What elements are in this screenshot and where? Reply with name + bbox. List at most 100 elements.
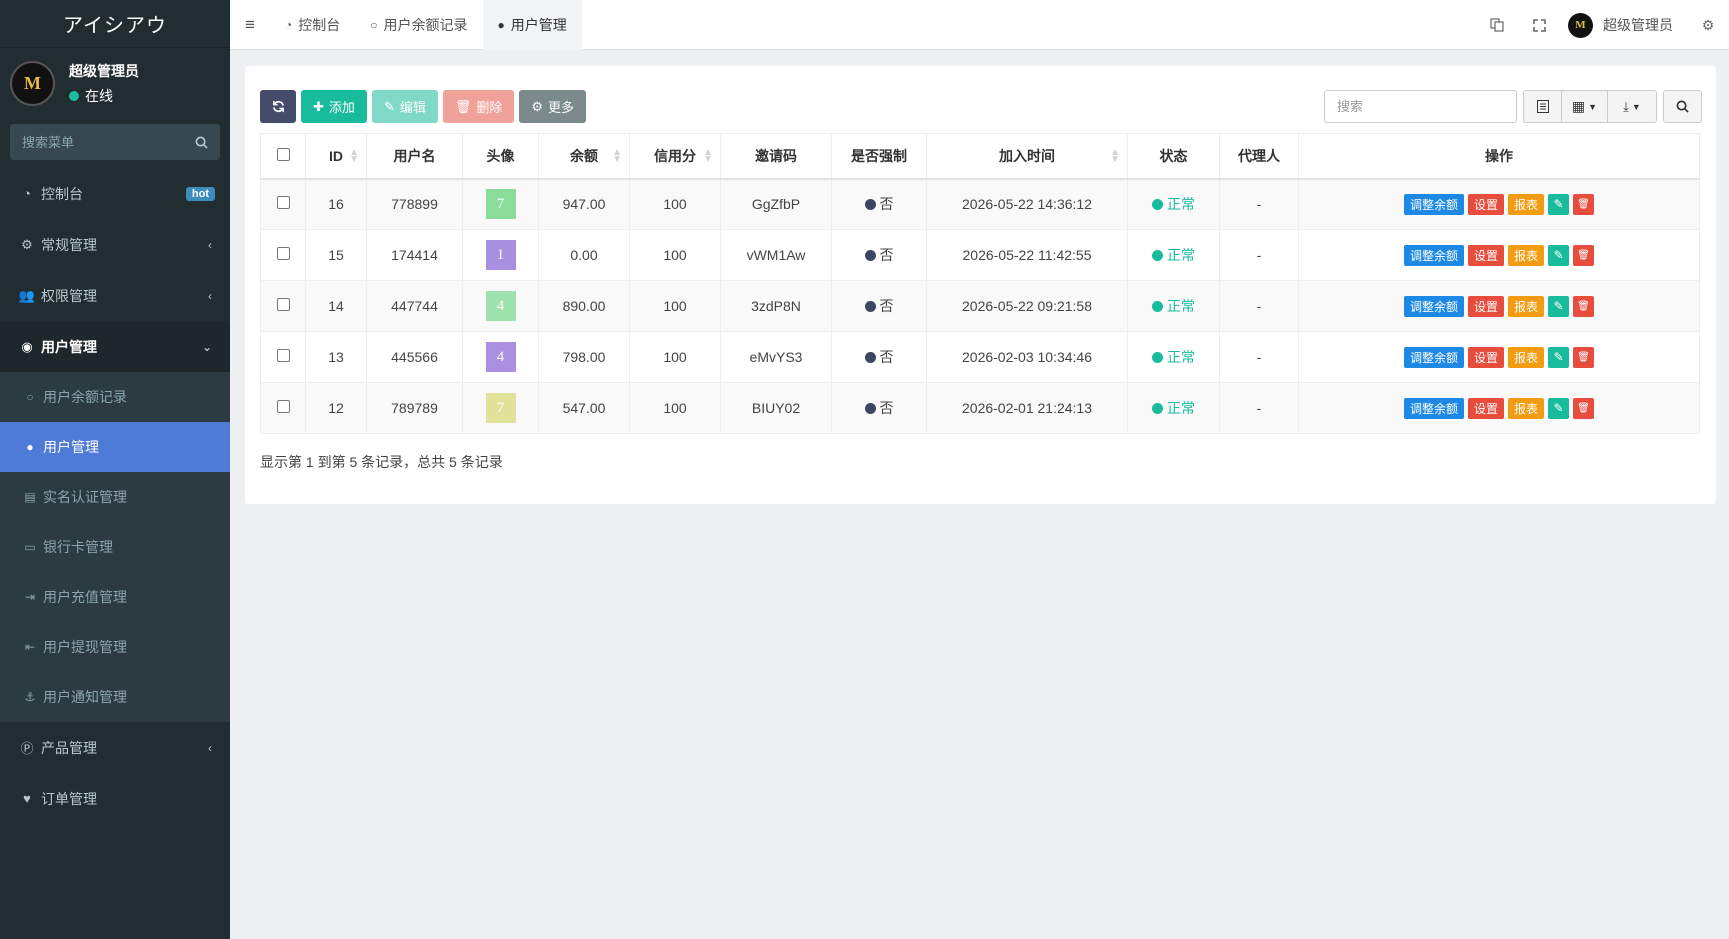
col-label: 加入时间: [999, 147, 1055, 164]
delete-row-button[interactable]: 🗑: [1573, 397, 1595, 419]
tab-dashboard[interactable]: ◔ 控制台: [270, 0, 355, 50]
settings-button[interactable]: 设置: [1467, 193, 1504, 215]
columns-toggle-button[interactable]: ▦ ▼: [1562, 91, 1608, 122]
col-label: 信用分: [654, 147, 696, 164]
sidebar-item-label: 订单管理: [41, 790, 97, 807]
row-select-cell: [260, 178, 306, 230]
cell-agent: -: [1219, 178, 1299, 230]
adjust-balance-button[interactable]: 调整余额: [1403, 193, 1464, 215]
sidebar-item-users[interactable]: ◉ 用户管理 ⌄: [0, 321, 230, 372]
tab-user-management[interactable]: ● 用户管理: [482, 0, 582, 50]
cell-avatar: 4: [462, 331, 539, 383]
col-credit[interactable]: 信用分 ▲ ▼: [629, 133, 721, 180]
table-row[interactable]: 16 778899 7 947.00 100 GgZfbP 否 2026-05-22 14:3…: [260, 178, 1700, 230]
delete-row-button[interactable]: 🗑: [1573, 346, 1595, 368]
row-checkbox[interactable]: [276, 400, 290, 413]
edit-row-button[interactable]: ✎: [1548, 295, 1570, 317]
delete-button[interactable]: 🗑 删除: [442, 90, 515, 123]
col-joined[interactable]: 加入时间 ▲ ▼: [926, 133, 1128, 180]
cell-invite: eMvYS3: [720, 331, 832, 383]
cell-force: 否: [831, 229, 927, 281]
sidebar-item-balance-records[interactable]: ○ 用户余额记录: [0, 372, 230, 422]
avatar[interactable]: 4: [485, 342, 516, 372]
sidebar-item-user-management[interactable]: ● 用户管理: [0, 422, 230, 472]
select-all-checkbox[interactable]: [276, 147, 290, 161]
sidebar-item-general[interactable]: ⚙ 常规管理 ‹: [0, 219, 230, 270]
adjust-balance-button[interactable]: 调整余额: [1403, 244, 1464, 266]
col-balance[interactable]: 余额 ▲ ▼: [538, 133, 630, 180]
sidebar-item-bankcard[interactable]: ▭ 银行卡管理: [0, 522, 230, 572]
cell-username: 789789: [366, 382, 463, 434]
settings-button[interactable]: 设置: [1467, 295, 1504, 317]
settings-button[interactable]: 设置: [1467, 397, 1504, 419]
sidebar-item-dashboard[interactable]: ◔ 控制台 hot: [0, 168, 230, 219]
row-checkbox[interactable]: [276, 247, 290, 260]
cell-invite: BIUY02: [720, 382, 832, 434]
refresh-button[interactable]: [260, 90, 296, 123]
edit-row-button[interactable]: ✎: [1548, 193, 1570, 215]
cell-status: 正常: [1127, 382, 1220, 434]
more-button[interactable]: ⚙ 更多: [519, 90, 587, 123]
top-user-menu[interactable]: M 超级管理员: [1560, 12, 1687, 38]
hot-badge: hot: [185, 186, 215, 201]
fullscreen-icon[interactable]: [1518, 0, 1560, 50]
table-search-input[interactable]: [1324, 90, 1517, 123]
adjust-balance-button[interactable]: 调整余额: [1403, 397, 1464, 419]
report-button[interactable]: 报表: [1508, 193, 1545, 215]
table-row[interactable]: 12 789789 7 547.00 100 BIUY02 否 2026-02-01 21:2…: [260, 382, 1700, 434]
row-checkbox[interactable]: [276, 349, 290, 362]
settings-button[interactable]: 设置: [1467, 244, 1504, 266]
adjust-balance-button[interactable]: 调整余额: [1403, 295, 1464, 317]
adjust-balance-button[interactable]: 调整余额: [1403, 346, 1464, 368]
add-button[interactable]: ✚ 添加: [301, 90, 367, 123]
edit-row-button[interactable]: ✎: [1548, 346, 1570, 368]
settings-button[interactable]: 设置: [1467, 346, 1504, 368]
report-button[interactable]: 报表: [1508, 295, 1545, 317]
chevron-left-icon: ‹: [208, 288, 212, 303]
edit-button[interactable]: ✎ 编辑: [371, 90, 438, 123]
export-button[interactable]: ⤓ ▼: [1608, 91, 1656, 122]
edit-row-button[interactable]: ✎: [1548, 244, 1570, 266]
sort-icon: ▲ ▼: [703, 146, 713, 165]
sidebar-item-label: 银行卡管理: [43, 539, 113, 555]
col-status: 状态: [1127, 133, 1220, 180]
report-button[interactable]: 报表: [1508, 346, 1545, 368]
table-toolbar: ✚ 添加 ✎ 编辑 🗑 删除 ⚙ 更多: [260, 90, 587, 123]
menu-search-input[interactable]: [22, 134, 182, 150]
table-row[interactable]: 13 445566 4 798.00 100 eMvYS3 否 2026-02-03 10:3…: [260, 331, 1700, 383]
cogs-icon[interactable]: ⚙: [1687, 0, 1729, 50]
edit-row-button[interactable]: ✎: [1548, 397, 1570, 419]
delete-row-button[interactable]: 🗑: [1573, 193, 1595, 215]
sidebar-item-realname[interactable]: ▤ 实名认证管理: [0, 472, 230, 522]
delete-row-button[interactable]: 🗑: [1573, 244, 1595, 266]
report-button[interactable]: 报表: [1508, 244, 1545, 266]
cell-force: 否: [831, 280, 927, 332]
cell-credit: 100: [629, 382, 721, 434]
report-button[interactable]: 报表: [1508, 397, 1545, 419]
table-row[interactable]: 14 447744 4 890.00 100 3zdP8N 否 2026-05-22 09:2…: [260, 280, 1700, 332]
search-icon[interactable]: [195, 136, 208, 149]
cell-id: 12: [305, 382, 367, 434]
brand-logo[interactable]: アイシアウ: [0, 0, 230, 48]
language-icon[interactable]: [1476, 0, 1518, 50]
avatar[interactable]: 1: [485, 240, 516, 270]
row-checkbox[interactable]: [276, 298, 290, 311]
trash-icon: 🗑: [1577, 300, 1590, 312]
tab-balance-records[interactable]: ○ 用户余额记录: [355, 0, 482, 50]
avatar[interactable]: 4: [485, 291, 516, 321]
avatar[interactable]: 7: [485, 393, 516, 423]
sidebar-item-recharge[interactable]: ⇥ 用户充值管理: [0, 572, 230, 622]
sidebar-item-products[interactable]: Ⓟ 产品管理 ‹: [0, 722, 230, 773]
menu-toggle-icon[interactable]: ≡: [230, 0, 270, 50]
sidebar-item-withdraw[interactable]: ⇤ 用户提现管理: [0, 622, 230, 672]
advanced-search-button[interactable]: [1663, 90, 1702, 123]
delete-row-button[interactable]: 🗑: [1573, 295, 1595, 317]
sidebar-item-orders[interactable]: ♥ 订单管理: [0, 773, 230, 824]
avatar[interactable]: 7: [485, 189, 516, 220]
col-id[interactable]: ID ▲ ▼: [305, 133, 367, 180]
card-view-button[interactable]: [1524, 91, 1562, 122]
sidebar-item-notify[interactable]: ⚓ 用户通知管理: [0, 672, 230, 722]
table-row[interactable]: 15 174414 1 0.00 100 vWM1Aw 否 2026-05-22 11:42:…: [260, 229, 1700, 281]
row-checkbox[interactable]: [276, 196, 290, 210]
sidebar-item-auth[interactable]: 👥 权限管理 ‹: [0, 270, 230, 321]
